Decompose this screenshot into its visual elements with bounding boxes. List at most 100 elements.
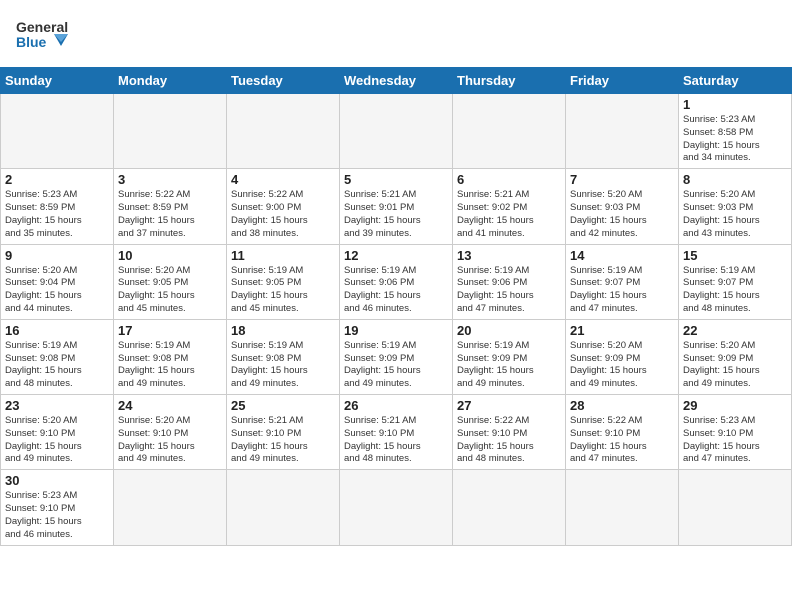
- calendar-cell: 26 Sunrise: 5:21 AMSunset: 9:10 PMDayligh…: [340, 395, 453, 470]
- cell-info: Sunrise: 5:19 AMSunset: 9:06 PMDaylight:…: [344, 265, 448, 316]
- cell-info: Sunrise: 5:19 AMSunset: 9:08 PMDaylight:…: [5, 340, 109, 391]
- calendar-cell: 15 Sunrise: 5:19 AMSunset: 9:07 PMDayligh…: [679, 244, 792, 319]
- day-number: 18: [231, 323, 335, 338]
- day-number: 30: [5, 473, 109, 488]
- calendar-week-5: 23 Sunrise: 5:20 AMSunset: 9:10 PMDayligh…: [1, 395, 792, 470]
- calendar-cell: 13Sunrise: 5:19 AMSunset: 9:06 PMDayligh…: [453, 244, 566, 319]
- day-number: 23: [5, 398, 109, 413]
- day-number: 26: [344, 398, 448, 413]
- cell-info: Sunrise: 5:19 AMSunset: 9:09 PMDaylight:…: [457, 340, 561, 391]
- cell-info: Sunrise: 5:20 AMSunset: 9:09 PMDaylight:…: [570, 340, 674, 391]
- calendar-week-2: 2 Sunrise: 5:23 AMSunset: 8:59 PMDaylight…: [1, 169, 792, 244]
- calendar-cell: [1, 94, 114, 169]
- calendar-cell: 7 Sunrise: 5:20 AMSunset: 9:03 PMDaylight…: [566, 169, 679, 244]
- cell-info: Sunrise: 5:21 AMSunset: 9:10 PMDaylight:…: [344, 415, 448, 466]
- day-header-saturday: Saturday: [679, 68, 792, 94]
- cell-info: Sunrise: 5:21 AMSunset: 9:02 PMDaylight:…: [457, 189, 561, 240]
- calendar-cell: [453, 94, 566, 169]
- calendar-cell: [227, 470, 340, 545]
- day-number: 14: [570, 248, 674, 263]
- calendar-table: SundayMondayTuesdayWednesdayThursdayFrid…: [0, 67, 792, 546]
- calendar-cell: 21 Sunrise: 5:20 AMSunset: 9:09 PMDayligh…: [566, 319, 679, 394]
- day-number: 28: [570, 398, 674, 413]
- day-number: 15: [683, 248, 787, 263]
- day-number: 21: [570, 323, 674, 338]
- day-number: 17: [118, 323, 222, 338]
- cell-info: Sunrise: 5:22 AMSunset: 9:10 PMDaylight:…: [570, 415, 674, 466]
- day-number: 16: [5, 323, 109, 338]
- cell-info: Sunrise: 5:22 AMSunset: 9:10 PMDaylight:…: [457, 415, 561, 466]
- day-header-tuesday: Tuesday: [227, 68, 340, 94]
- cell-info: Sunrise: 5:23 AMSunset: 9:10 PMDaylight:…: [5, 490, 109, 541]
- day-number: 3: [118, 172, 222, 187]
- day-number: 9: [5, 248, 109, 263]
- day-number: 20: [457, 323, 561, 338]
- calendar-week-3: 9Sunrise: 5:20 AMSunset: 9:04 PMDaylight…: [1, 244, 792, 319]
- day-number: 13: [457, 248, 561, 263]
- calendar-cell: [114, 94, 227, 169]
- cell-info: Sunrise: 5:20 AMSunset: 9:05 PMDaylight:…: [118, 265, 222, 316]
- calendar-week-4: 16 Sunrise: 5:19 AMSunset: 9:08 PMDayligh…: [1, 319, 792, 394]
- day-number: 10: [118, 248, 222, 263]
- calendar-cell: 14 Sunrise: 5:19 AMSunset: 9:07 PMDayligh…: [566, 244, 679, 319]
- cell-info: Sunrise: 5:22 AMSunset: 8:59 PMDaylight:…: [118, 189, 222, 240]
- calendar-cell: 19Sunrise: 5:19 AMSunset: 9:09 PMDayligh…: [340, 319, 453, 394]
- day-header-friday: Friday: [566, 68, 679, 94]
- day-number: 29: [683, 398, 787, 413]
- day-number: 25: [231, 398, 335, 413]
- calendar-cell: 12 Sunrise: 5:19 AMSunset: 9:06 PMDayligh…: [340, 244, 453, 319]
- calendar-cell: 6 Sunrise: 5:21 AMSunset: 9:02 PMDaylight…: [453, 169, 566, 244]
- day-header-wednesday: Wednesday: [340, 68, 453, 94]
- day-header-monday: Monday: [114, 68, 227, 94]
- calendar-cell: 23 Sunrise: 5:20 AMSunset: 9:10 PMDayligh…: [1, 395, 114, 470]
- svg-text:Blue: Blue: [16, 34, 47, 50]
- day-header-thursday: Thursday: [453, 68, 566, 94]
- day-number: 22: [683, 323, 787, 338]
- calendar-cell: 17Sunrise: 5:19 AMSunset: 9:08 PMDayligh…: [114, 319, 227, 394]
- calendar-cell: [227, 94, 340, 169]
- calendar-cell: [679, 470, 792, 545]
- calendar-cell: [453, 470, 566, 545]
- calendar-cell: 3 Sunrise: 5:22 AMSunset: 8:59 PMDaylight…: [114, 169, 227, 244]
- cell-info: Sunrise: 5:20 AMSunset: 9:03 PMDaylight:…: [683, 189, 787, 240]
- day-number: 19: [344, 323, 448, 338]
- calendar-cell: 20 Sunrise: 5:19 AMSunset: 9:09 PMDayligh…: [453, 319, 566, 394]
- day-header-sunday: Sunday: [1, 68, 114, 94]
- calendar-cell: 11Sunrise: 5:19 AMSunset: 9:05 PMDayligh…: [227, 244, 340, 319]
- calendar-cell: 16 Sunrise: 5:19 AMSunset: 9:08 PMDayligh…: [1, 319, 114, 394]
- calendar-cell: 22 Sunrise: 5:20 AMSunset: 9:09 PMDayligh…: [679, 319, 792, 394]
- calendar-cell: 2 Sunrise: 5:23 AMSunset: 8:59 PMDaylight…: [1, 169, 114, 244]
- calendar-header-row: SundayMondayTuesdayWednesdayThursdayFrid…: [1, 68, 792, 94]
- cell-info: Sunrise: 5:23 AMSunset: 9:10 PMDaylight:…: [683, 415, 787, 466]
- cell-info: Sunrise: 5:19 AMSunset: 9:07 PMDaylight:…: [683, 265, 787, 316]
- logo-svg: General Blue: [16, 12, 71, 57]
- day-number: 5: [344, 172, 448, 187]
- calendar-cell: 29 Sunrise: 5:23 AMSunset: 9:10 PMDayligh…: [679, 395, 792, 470]
- day-number: 6: [457, 172, 561, 187]
- cell-info: Sunrise: 5:20 AMSunset: 9:03 PMDaylight:…: [570, 189, 674, 240]
- day-number: 12: [344, 248, 448, 263]
- day-number: 1: [683, 97, 787, 112]
- day-number: 7: [570, 172, 674, 187]
- calendar-cell: 18Sunrise: 5:19 AMSunset: 9:08 PMDayligh…: [227, 319, 340, 394]
- calendar-cell: [566, 94, 679, 169]
- cell-info: Sunrise: 5:20 AMSunset: 9:10 PMDaylight:…: [5, 415, 109, 466]
- cell-info: Sunrise: 5:23 AMSunset: 8:58 PMDaylight:…: [683, 114, 787, 165]
- cell-info: Sunrise: 5:23 AMSunset: 8:59 PMDaylight:…: [5, 189, 109, 240]
- day-number: 27: [457, 398, 561, 413]
- cell-info: Sunrise: 5:19 AMSunset: 9:07 PMDaylight:…: [570, 265, 674, 316]
- calendar-cell: [114, 470, 227, 545]
- calendar-cell: 24Sunrise: 5:20 AMSunset: 9:10 PMDayligh…: [114, 395, 227, 470]
- calendar-cell: 28 Sunrise: 5:22 AMSunset: 9:10 PMDayligh…: [566, 395, 679, 470]
- day-number: 4: [231, 172, 335, 187]
- day-number: 2: [5, 172, 109, 187]
- cell-info: Sunrise: 5:21 AMSunset: 9:10 PMDaylight:…: [231, 415, 335, 466]
- day-number: 8: [683, 172, 787, 187]
- calendar-week-1: 1 Sunrise: 5:23 AMSunset: 8:58 PMDaylight…: [1, 94, 792, 169]
- calendar-cell: 5 Sunrise: 5:21 AMSunset: 9:01 PMDaylight…: [340, 169, 453, 244]
- cell-info: Sunrise: 5:20 AMSunset: 9:10 PMDaylight:…: [118, 415, 222, 466]
- calendar-cell: 30 Sunrise: 5:23 AMSunset: 9:10 PMDayligh…: [1, 470, 114, 545]
- cell-info: Sunrise: 5:20 AMSunset: 9:09 PMDaylight:…: [683, 340, 787, 391]
- cell-info: Sunrise: 5:21 AMSunset: 9:01 PMDaylight:…: [344, 189, 448, 240]
- calendar-week-6: 30 Sunrise: 5:23 AMSunset: 9:10 PMDayligh…: [1, 470, 792, 545]
